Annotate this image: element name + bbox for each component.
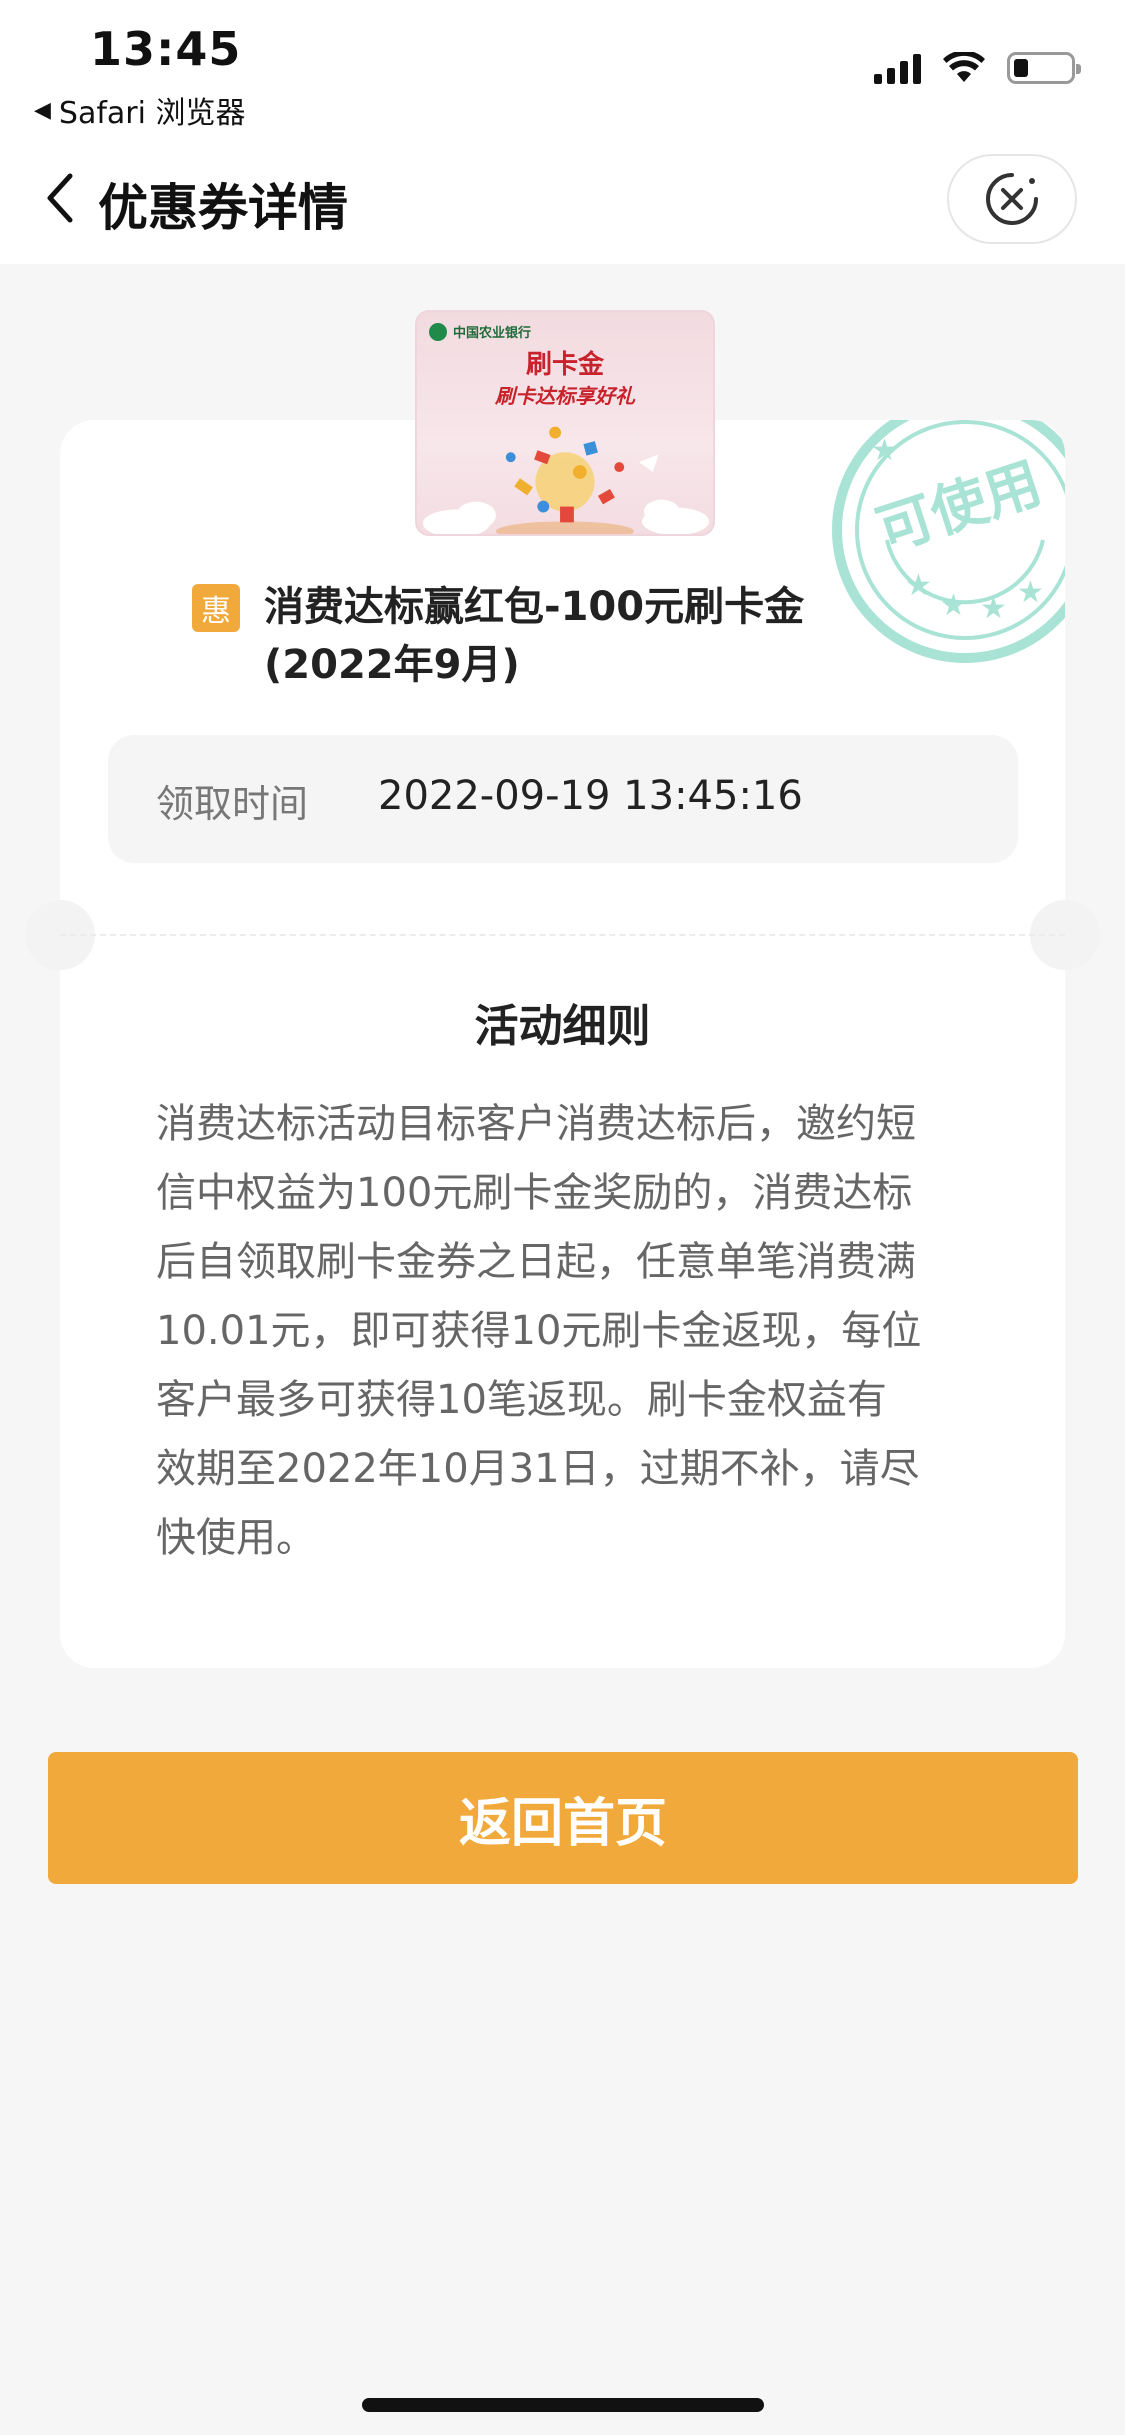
chevron-left-icon (47, 173, 73, 223)
bank-emblem-icon (429, 322, 447, 341)
rules-line: 后自领取刷卡金券之日起，任意单笔消费满 (156, 1239, 916, 1285)
claim-time-box: 领取时间 2022-09-19 13:45:16 (108, 735, 1018, 863)
svg-text:★: ★ (940, 588, 967, 623)
discount-badge: 惠 (192, 584, 240, 632)
status-time: 13:45 (90, 22, 242, 76)
close-miniapp-button[interactable] (947, 154, 1077, 244)
rules-line: 信中权益为100元刷卡金奖励的，消费达标 (156, 1170, 913, 1216)
page-title: 优惠券详情 (98, 179, 348, 237)
dashed-divider (60, 934, 1065, 936)
svg-text:★: ★ (980, 591, 1007, 626)
home-indicator (362, 2398, 764, 2412)
gift-burst-illustration (422, 426, 710, 534)
claim-time-label: 领取时间 (156, 782, 309, 826)
coupon-title-line2: (2022年9月) (264, 642, 520, 688)
nav-bar: 优惠券详情 (0, 140, 1125, 264)
coupon-image: 中国农业银行 刷卡金 刷卡达标享好礼 (415, 310, 715, 536)
image-title: 刷卡金 (525, 350, 604, 380)
claim-time-value: 2022-09-19 13:45:16 (378, 773, 803, 819)
wifi-icon (943, 52, 985, 84)
coupon-title-row: 惠 消费达标赢红包-100元刷卡金 (2022年9月) (192, 578, 892, 694)
back-triangle-icon: ◀ (34, 97, 51, 123)
rules-line: 效期至2022年10月31日，过期不补，请尽 (156, 1446, 920, 1492)
rules-line: 消费达标活动目标客户消费达标后，邀约短 (156, 1101, 916, 1147)
status-icons (874, 52, 1081, 84)
rules-text: 消费达标活动目标客户消费达标后，邀约短 信中权益为100元刷卡金奖励的，消费达标… (156, 1090, 976, 1573)
coupon-title: 消费达标赢红包-100元刷卡金 (2022年9月) (264, 578, 804, 694)
close-circle-icon (986, 173, 1038, 225)
battery-icon (1007, 52, 1081, 84)
battery-level (1014, 59, 1028, 77)
cellular-signal-icon (874, 52, 921, 84)
return-home-button[interactable]: 返回首页 (48, 1752, 1078, 1884)
rules-heading: 活动细则 (474, 1001, 651, 1052)
rules-line: 10.01元，即可获得10元刷卡金返现，每位 (156, 1308, 922, 1354)
rules-line: 快使用。 (156, 1515, 316, 1561)
back-app-label: Safari 浏览器 (58, 96, 246, 131)
svg-text:★: ★ (905, 568, 932, 603)
status-bar: 13:45 ◀ Safari 浏览器 (0, 0, 1125, 140)
svg-text:★: ★ (1017, 575, 1044, 610)
bank-name: 中国农业银行 (453, 326, 532, 341)
back-to-safari-link[interactable]: ◀ Safari 浏览器 (34, 88, 246, 132)
back-button[interactable] (40, 168, 80, 228)
coupon-title-line1: 消费达标赢红包-100元刷卡金 (264, 584, 805, 630)
svg-text:★: ★ (871, 433, 898, 468)
image-subtitle: 刷卡达标享好礼 (495, 384, 635, 408)
bank-logo: 中国农业银行 (429, 322, 531, 341)
rules-line: 客户最多可获得10笔返现。刷卡金权益有 (156, 1377, 887, 1423)
